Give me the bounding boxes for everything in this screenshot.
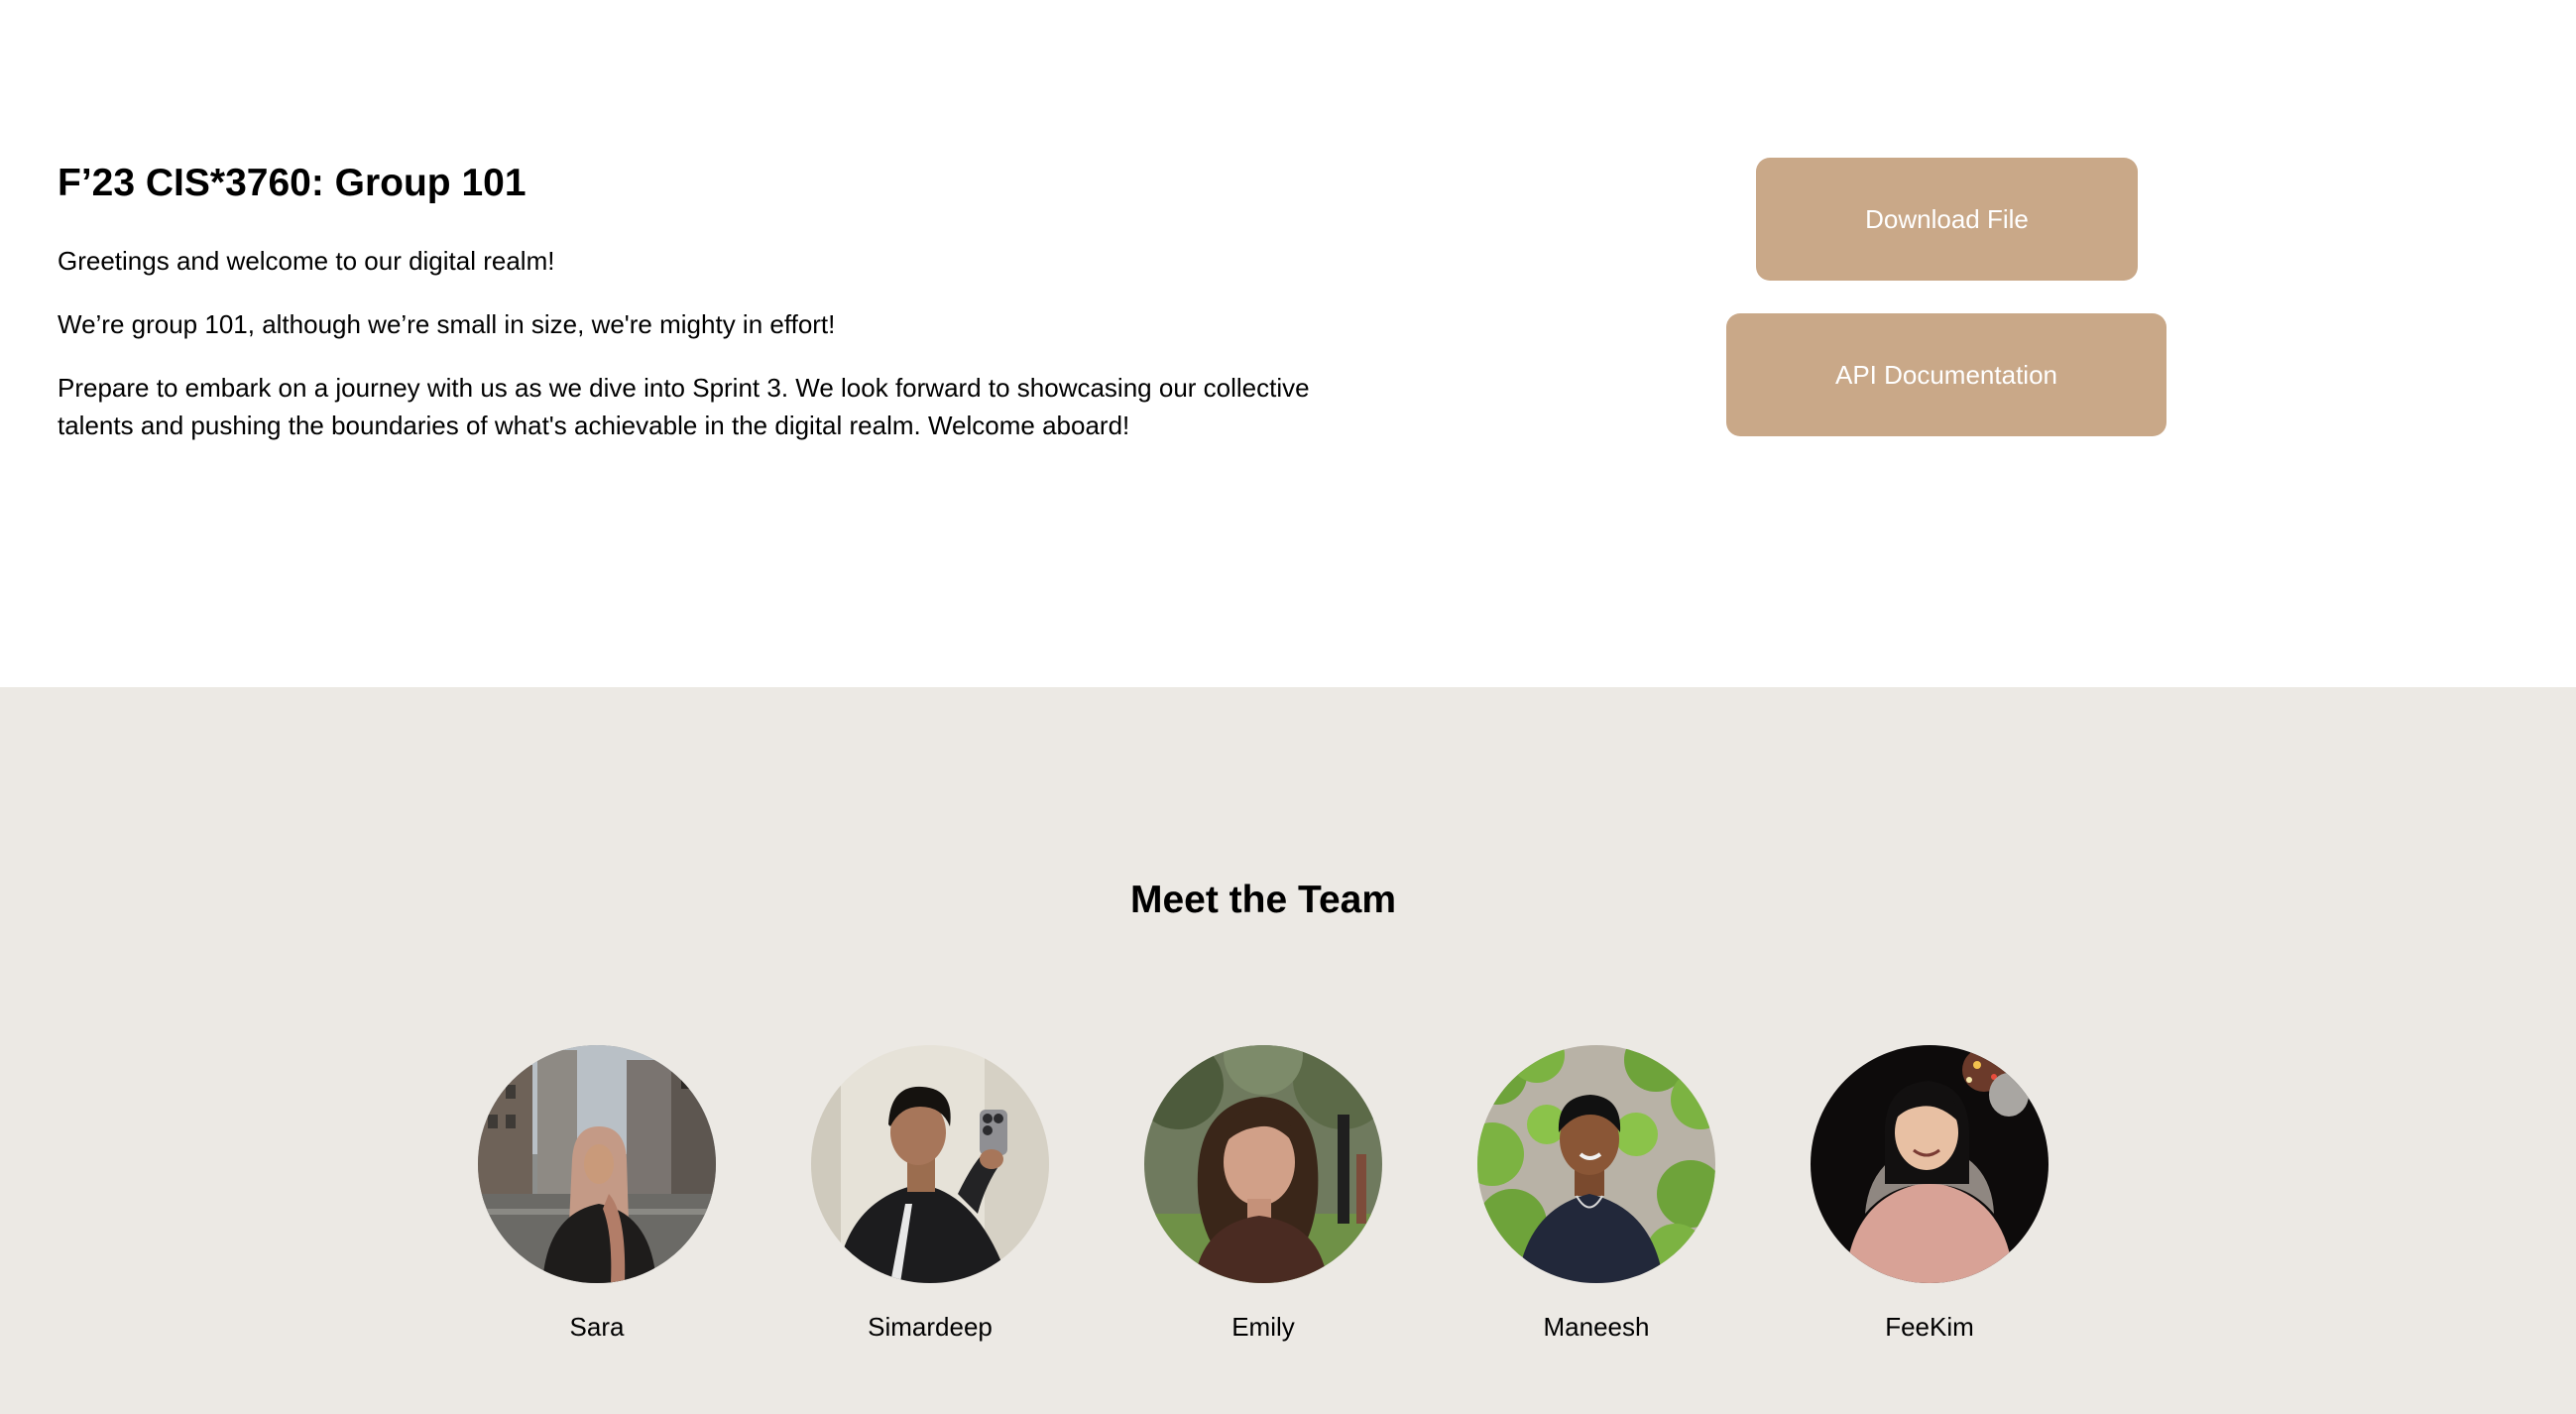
api-documentation-button[interactable]: API Documentation <box>1726 313 2166 436</box>
intro-paragraph-group: We’re group 101, although we’re small in… <box>58 309 836 339</box>
city-street-portrait-image <box>478 1045 716 1283</box>
ivy-wall-portrait-image <box>1477 1045 1715 1283</box>
hero-section: F’23 CIS*3760: Group 101 Greetings and w… <box>0 0 2576 687</box>
avatar-sara <box>478 1045 716 1283</box>
avatar-simardeep <box>811 1045 1049 1283</box>
team-heading: Meet the Team <box>1129 879 1396 921</box>
page-title: F’23 CIS*3760: Group 101 <box>58 162 527 204</box>
team-member-simardeep: Simardeep <box>811 1045 1049 1345</box>
intro-paragraph-sprint: Prepare to embark on a journey with us a… <box>58 373 1310 440</box>
api-documentation-button-label: API Documentation <box>1834 359 2057 390</box>
team-member-emily: Emily <box>1144 1045 1382 1345</box>
night-portrait-image <box>1811 1045 2049 1283</box>
member-name-emily: Emily <box>1231 1312 1295 1342</box>
member-name-feekim: FeeKim <box>1885 1312 1974 1342</box>
intro-paragraph-greeting: Greetings and welcome to our digital rea… <box>58 246 555 276</box>
member-name-sara: Sara <box>569 1312 625 1342</box>
team-section: Meet the Team Sara Simardeep Emily Manee… <box>0 687 2576 1414</box>
download-file-button-label: Download File <box>1865 203 2029 234</box>
avatar-emily <box>1144 1045 1382 1283</box>
avatar-maneesh <box>1477 1045 1715 1283</box>
intro-block: F’23 CIS*3760: Group 101 Greetings and w… <box>58 157 1386 470</box>
team-member-maneesh: Maneesh <box>1477 1045 1715 1345</box>
team-member-sara: Sara <box>478 1045 716 1345</box>
team-member-feekim: FeeKim <box>1811 1045 2049 1345</box>
park-portrait-image <box>1144 1045 1382 1283</box>
download-file-button[interactable]: Download File <box>1756 158 2138 281</box>
avatar-feekim <box>1811 1045 2049 1283</box>
member-name-maneesh: Maneesh <box>1543 1312 1650 1342</box>
member-name-simardeep: Simardeep <box>868 1312 993 1342</box>
mirror-selfie-portrait-image <box>811 1045 1049 1283</box>
